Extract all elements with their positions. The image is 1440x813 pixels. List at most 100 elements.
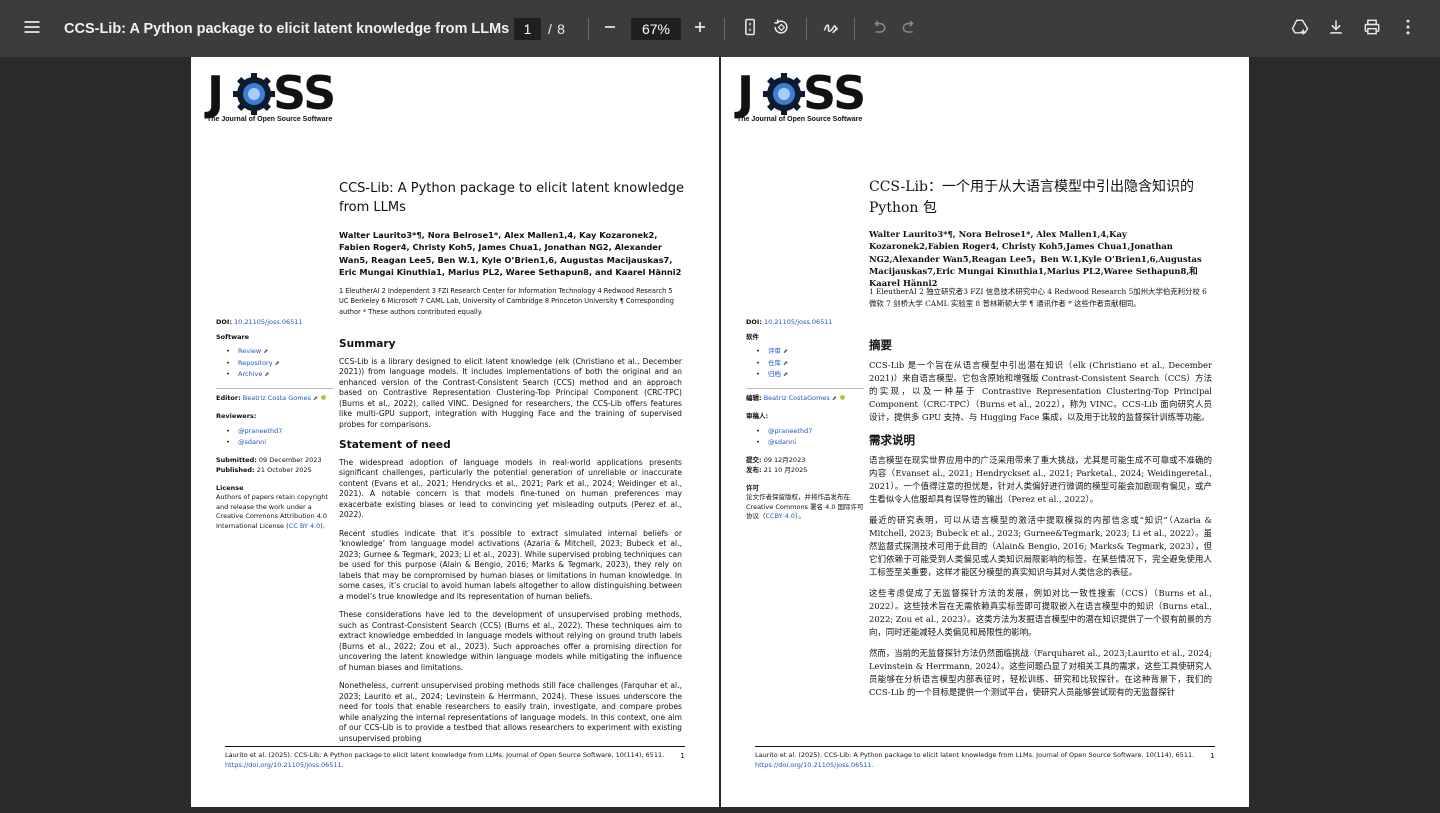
license-link[interactable]: CCBY 4.0 — [766, 512, 796, 520]
menu-button[interactable] — [14, 0, 50, 57]
citation-text: Laurito et al. (2025). CCS-Lib: A Python… — [755, 751, 1195, 759]
page-total: 8 — [557, 20, 565, 37]
submitted-row: 提交: 09 12月2023 — [746, 456, 806, 465]
main-text-column: 摘要 CCS-Lib 是一个旨在从语言模型中引出潜在知识（elk (Christ… — [869, 339, 1212, 707]
body-paragraph: These considerations have led to the dev… — [339, 610, 682, 672]
page-footer: Laurito et al. (2025). CCS-Lib: A Python… — [755, 746, 1215, 770]
review-link[interactable]: 评审⬈ — [756, 346, 864, 358]
divider — [216, 388, 334, 390]
editor-row: Editor: Beatriz Costa Gomes ⬈ — [216, 394, 334, 404]
rotate-icon — [771, 17, 791, 41]
zoom-in-button[interactable] — [688, 0, 712, 57]
software-links: 评审⬈ 仓库⬈ 归档⬈ — [756, 346, 864, 381]
redo-icon — [900, 17, 920, 41]
menu-icon — [22, 17, 42, 41]
reviewer-link[interactable]: @praneethd7 — [756, 426, 864, 438]
body-paragraph: Nonetheless, current unsupervised probin… — [339, 681, 682, 743]
download-icon — [1326, 17, 1346, 41]
body-paragraph: 这些考虑促成了无监督探针方法的发展，例如对比一致性搜索（CCS）（Burns e… — [869, 588, 1212, 637]
archive-link[interactable]: 归档⬈ — [756, 369, 864, 381]
pdf-page-1: J SS The Journal of Open Source Software… — [191, 57, 719, 807]
footer-doi-link[interactable]: https://doi.org/10.21105/joss.06511. — [225, 761, 685, 771]
reviewer-link[interactable]: @praneethd7 — [226, 426, 334, 438]
toolbar-divider — [724, 18, 725, 40]
license-text: 论文作者保留版权，并将作品发布在 Creative Commons 署名 4.0… — [746, 493, 864, 521]
citation-text: Laurito et al. (2025). CCS-Lib: A Python… — [225, 751, 665, 759]
footer-doi-link[interactable]: https://doi.org/10.21105/joss.06511. — [755, 761, 1215, 771]
zoom-level-input[interactable] — [631, 18, 681, 40]
external-link-icon: ⬈ — [783, 348, 789, 356]
doi-row: DOI: 10.21105/joss.06511 — [216, 318, 303, 326]
metadata-sidebar: DOI: 10.21105/joss.06511 Software Review… — [216, 318, 334, 532]
download-button[interactable] — [1324, 0, 1348, 57]
redo-button[interactable] — [898, 0, 922, 57]
author-list: Walter Laurito3*¶, Nora Belrose1*, Alex … — [339, 230, 682, 277]
submitted-row: Submitted: 09 December 2023 — [216, 456, 322, 465]
undo-button[interactable] — [866, 0, 890, 57]
rotate-button[interactable] — [769, 0, 793, 57]
drive-icon — [1290, 17, 1310, 41]
external-link-icon: ⬈ — [264, 371, 270, 378]
statement-of-need-heading: 需求说明 — [869, 433, 915, 447]
external-link-icon: ⬈ — [831, 395, 837, 403]
document-title: CCS-Lib: A Python package to elicit late… — [64, 20, 510, 37]
reviewer-links: @praneethd7 @sdanni — [756, 426, 864, 449]
doi-link[interactable]: 10.21105/joss.06511 — [234, 318, 303, 326]
software-links: Review⬈ Repository⬈ Archive⬈ — [226, 346, 334, 381]
reviewers-label: Reviewers: — [216, 412, 257, 420]
draw-button[interactable] — [819, 0, 843, 57]
undo-icon — [868, 17, 888, 41]
doi-link[interactable]: 10.21105/joss.06511 — [764, 318, 833, 326]
license-label: License — [216, 483, 244, 492]
fit-page-icon — [740, 17, 760, 41]
software-label: 软件 — [746, 332, 759, 341]
toolbar-divider — [854, 18, 855, 40]
summary-heading: Summary — [339, 338, 396, 350]
license-label: 许可 — [746, 483, 759, 492]
license-text: Authors of papers retain copyright and r… — [216, 493, 328, 530]
gear-logo-icon — [233, 73, 275, 115]
review-link[interactable]: Review⬈ — [226, 346, 334, 358]
page-separator: / — [548, 20, 552, 37]
archive-link[interactable]: Archive⬈ — [226, 369, 334, 381]
body-paragraph: Recent studies indicate that it’s possib… — [339, 528, 682, 601]
body-paragraph: 语言模型在现实世界应用中的广泛采用带来了重大挑战，尤其是可能生成不可靠或不准确的… — [869, 455, 1212, 504]
more-vert-icon — [1398, 17, 1418, 41]
print-button[interactable] — [1360, 0, 1384, 57]
fit-to-page-button[interactable] — [738, 0, 762, 57]
more-actions-button[interactable] — [1396, 0, 1420, 57]
editor-link[interactable]: Beatriz CostaGomes — [764, 394, 830, 402]
paper-title: CCS-Lib：一个用于从大语言模型中引出隐含知识的 Python 包 — [869, 179, 1194, 216]
toolbar-divider — [806, 18, 807, 40]
page-number: 1 — [680, 751, 685, 760]
affiliations: 1 EleutherAI 2 独立研究者3 FZI 信息技术研究中心 4 Red… — [869, 287, 1207, 308]
editor-link[interactable]: Beatriz Costa Gomes — [243, 394, 311, 402]
affiliations: 1 EleutherAI 2 Independent 3 FZI Researc… — [339, 287, 674, 316]
external-link-icon: ⬈ — [783, 371, 789, 378]
orcid-icon — [839, 395, 845, 401]
joss-logo: J SS The Journal of Open Source Software — [737, 69, 877, 123]
reviewers-label: 审稿人: — [746, 412, 769, 420]
zoom-out-button[interactable] — [598, 0, 622, 57]
external-link-icon: ⬈ — [263, 348, 269, 356]
paper-title: CCS-Lib: A Python package to elicit late… — [339, 181, 684, 215]
page-footer: Laurito et al. (2025). CCS-Lib: A Python… — [225, 746, 685, 770]
reviewer-link[interactable]: @sdanni — [756, 437, 864, 449]
license-link[interactable]: CC BY 4.0 — [289, 522, 321, 530]
reviewer-link[interactable]: @sdanni — [226, 437, 334, 449]
body-paragraph: 然而，当前的无监督探针方法仍然面临挑战（Farquharet al., 2023… — [869, 648, 1212, 697]
zoom-in-icon — [690, 17, 710, 41]
external-link-icon: ⬈ — [783, 359, 789, 367]
repository-link[interactable]: 仓库⬈ — [756, 358, 864, 370]
print-icon — [1362, 17, 1382, 41]
add-to-drive-button[interactable] — [1288, 0, 1312, 57]
reviewer-links: @praneethd7 @sdanni — [226, 426, 334, 449]
statement-of-need-heading: Statement of need — [339, 439, 451, 451]
page-number-input[interactable] — [514, 18, 541, 40]
page-number: 1 — [1210, 751, 1215, 760]
published-row: 发布: 21 10 月2025 — [746, 466, 808, 474]
toolbar-divider — [588, 18, 589, 40]
pdf-toolbar: CCS-Lib: A Python package to elicit late… — [0, 0, 1440, 57]
software-label: Software — [216, 332, 250, 341]
repository-link[interactable]: Repository⬈ — [226, 358, 334, 370]
